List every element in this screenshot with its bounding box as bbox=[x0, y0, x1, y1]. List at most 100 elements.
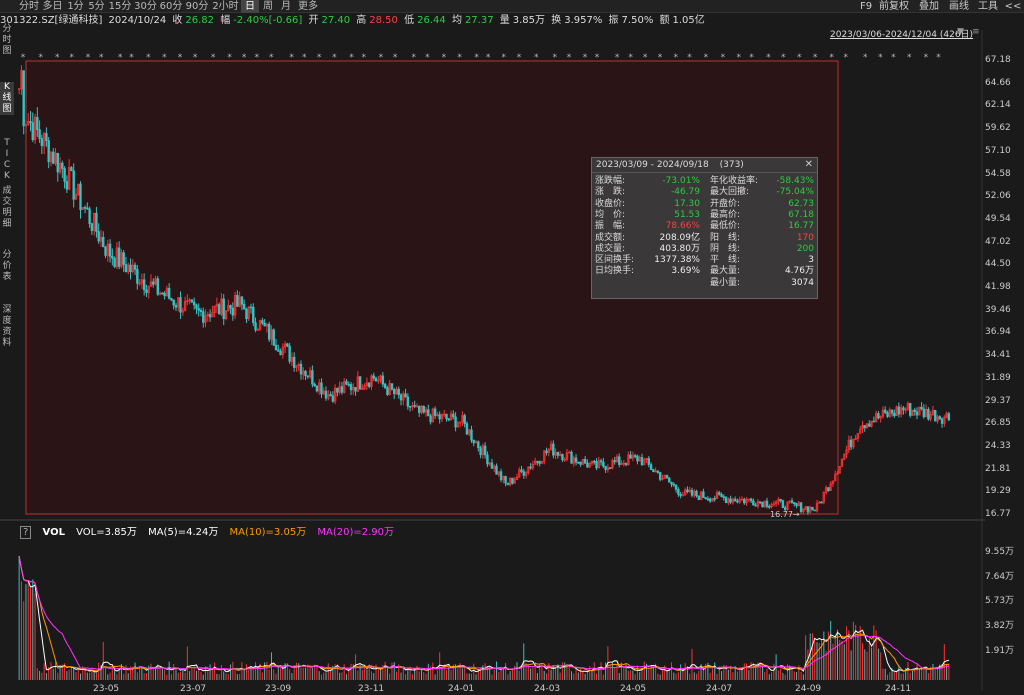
x-axis-label: 24-11 bbox=[885, 684, 912, 694]
stat-value: 67.18 bbox=[788, 209, 814, 220]
candle-body bbox=[647, 458, 651, 465]
stat-value: -73.01% bbox=[662, 176, 700, 186]
candle-body bbox=[124, 264, 128, 273]
side-tab-3[interactable]: 成交明细 bbox=[0, 186, 14, 230]
candle-body bbox=[561, 453, 564, 461]
popup-header: 2023/03/09 - 2024/09/18 (373) ✕ bbox=[592, 158, 817, 173]
popup-date-to[interactable]: 2024/09/18 bbox=[657, 160, 709, 170]
candle-body bbox=[279, 350, 282, 356]
candle-body bbox=[156, 278, 159, 295]
stat-value: 403.80万 bbox=[659, 243, 701, 254]
candle-body bbox=[145, 289, 148, 293]
candle-body bbox=[208, 314, 212, 318]
candle-body bbox=[690, 489, 694, 496]
candle-body bbox=[749, 498, 753, 502]
candle-body bbox=[40, 138, 44, 147]
volume-axis-label: 7.64万 bbox=[985, 571, 1015, 582]
candle-body bbox=[536, 460, 539, 463]
kline-chart[interactable]: 16.77→ * * * * * * * * * * * * * * * * * * * * * * * * * * * * * * * * * *… bbox=[0, 0, 1024, 695]
side-tab-5[interactable]: 深度资料 bbox=[0, 305, 14, 349]
candle-body bbox=[190, 299, 194, 303]
candle-body bbox=[902, 407, 905, 411]
event-marker: * bbox=[227, 53, 232, 63]
candle-body bbox=[433, 408, 437, 416]
event-marker: * bbox=[486, 53, 491, 63]
candle-body bbox=[779, 499, 782, 501]
popup-date-from[interactable]: 2023/03/09 bbox=[596, 160, 648, 170]
candle-body bbox=[292, 356, 296, 368]
candle-body bbox=[122, 252, 125, 265]
side-tab-0[interactable]: 分时图 bbox=[0, 24, 14, 57]
candle-body bbox=[172, 299, 175, 306]
candle-body bbox=[522, 471, 525, 476]
candle-body bbox=[752, 500, 755, 506]
candle-body bbox=[920, 406, 923, 410]
candle-body bbox=[304, 370, 307, 377]
range-dropdown-icon[interactable]: ▼ bbox=[957, 27, 964, 37]
price-axis-label: 44.50 bbox=[985, 259, 1011, 270]
candle-body bbox=[934, 409, 937, 422]
event-marker: * bbox=[269, 53, 274, 63]
candle-body bbox=[652, 469, 655, 472]
candle-body bbox=[311, 370, 314, 385]
event-marker: * bbox=[781, 53, 786, 63]
stat-value: 16.77 bbox=[788, 221, 814, 232]
candle-body bbox=[793, 502, 796, 505]
x-axis-label: 24-07 bbox=[706, 684, 733, 694]
x-axis-label: 23-07 bbox=[180, 684, 207, 694]
candle-body bbox=[274, 344, 278, 351]
candle-body bbox=[790, 500, 794, 503]
candle-body bbox=[613, 460, 616, 463]
event-marker: * bbox=[442, 53, 447, 63]
candle-body bbox=[679, 493, 682, 496]
close-icon[interactable]: ✕ bbox=[805, 159, 813, 170]
candle-body bbox=[79, 183, 82, 210]
event-marker: * bbox=[687, 53, 692, 63]
stat-value: 200 bbox=[796, 243, 814, 254]
event-marker: * bbox=[891, 53, 896, 63]
candle-body bbox=[88, 208, 91, 224]
candle-body bbox=[197, 308, 200, 311]
candle-body bbox=[556, 451, 560, 456]
stat-value: 51.53 bbox=[674, 209, 700, 220]
candle-body bbox=[129, 264, 132, 272]
candle-body bbox=[827, 487, 830, 491]
candle-body bbox=[390, 383, 394, 390]
candle-body bbox=[570, 451, 573, 464]
candle-body bbox=[658, 472, 662, 480]
event-marker: * bbox=[534, 53, 539, 63]
side-tab-2[interactable]: TICK bbox=[0, 138, 14, 182]
event-marker: * bbox=[289, 53, 294, 63]
event-marker: * bbox=[457, 53, 462, 63]
candle-body bbox=[56, 152, 59, 173]
price-axis-label: 52.06 bbox=[985, 191, 1011, 202]
menu-icon[interactable]: ≡ bbox=[972, 27, 980, 37]
volume-axis-label: 9.55万 bbox=[985, 547, 1015, 557]
event-marker: * bbox=[412, 53, 417, 63]
event-marker: * bbox=[379, 53, 384, 63]
candle-body bbox=[811, 506, 814, 511]
price-axis-label: 57.10 bbox=[985, 145, 1011, 156]
candle-body bbox=[499, 471, 503, 481]
candle-body bbox=[83, 207, 87, 209]
event-marker: * bbox=[936, 53, 941, 63]
candle-body bbox=[393, 389, 396, 395]
interval-stats-popup: 2023/03/09 - 2024/09/18 (373) ✕ 涨跌幅: -73.… bbox=[591, 157, 818, 299]
candle-body bbox=[452, 413, 455, 418]
date-range-link[interactable]: 2023/03/06-2024/12/04 (426日) bbox=[830, 27, 973, 40]
side-tab-4[interactable]: 分价表 bbox=[0, 250, 14, 283]
candle-body bbox=[413, 405, 416, 407]
candle-body bbox=[354, 387, 357, 392]
event-marker: * bbox=[99, 53, 104, 63]
candle-body bbox=[674, 484, 678, 490]
candle-body bbox=[629, 454, 632, 459]
side-tab-1[interactable]: K线图 bbox=[0, 82, 14, 115]
candle-body bbox=[313, 383, 316, 387]
candle-body bbox=[702, 491, 705, 498]
help-icon[interactable]: ? bbox=[20, 526, 32, 539]
candle-body bbox=[595, 461, 598, 469]
candle-body bbox=[315, 385, 319, 392]
event-marker: * bbox=[425, 53, 430, 63]
candle-body bbox=[868, 423, 871, 427]
event-marker: * bbox=[162, 53, 167, 63]
